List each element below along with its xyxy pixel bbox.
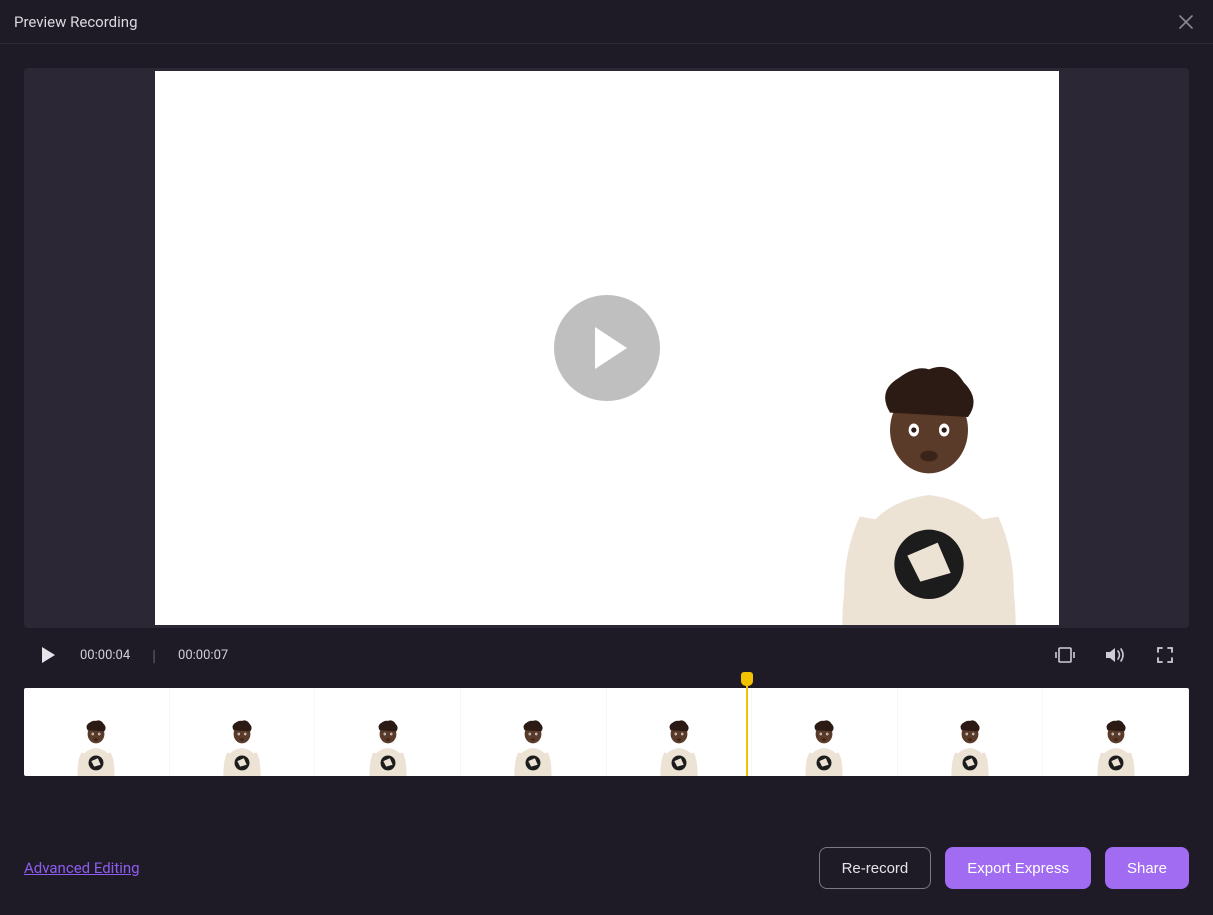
share-button[interactable]: Share bbox=[1105, 847, 1189, 889]
timeline-thumb[interactable] bbox=[170, 688, 316, 776]
timeline-thumb[interactable] bbox=[898, 688, 1044, 776]
timeline-thumb[interactable] bbox=[461, 688, 607, 776]
timeline-thumb[interactable] bbox=[24, 688, 170, 776]
close-icon bbox=[1179, 15, 1193, 29]
titlebar: Preview Recording bbox=[0, 0, 1213, 44]
play-overlay-button[interactable] bbox=[554, 295, 660, 401]
re-record-button[interactable]: Re-record bbox=[819, 847, 932, 889]
advanced-editing-link[interactable]: Advanced Editing bbox=[24, 859, 140, 877]
export-express-button[interactable]: Export Express bbox=[945, 847, 1091, 889]
crop-button[interactable] bbox=[1051, 641, 1079, 669]
playhead[interactable] bbox=[746, 674, 748, 776]
footer: Advanced Editing Re-record Export Expres… bbox=[0, 821, 1213, 915]
close-button[interactable] bbox=[1173, 9, 1199, 35]
timeline[interactable] bbox=[24, 688, 1189, 776]
fullscreen-icon bbox=[1156, 646, 1174, 664]
total-time: 00:00:07 bbox=[178, 648, 228, 663]
preview-area bbox=[24, 68, 1189, 628]
play-button[interactable] bbox=[34, 641, 62, 669]
fullscreen-button[interactable] bbox=[1151, 641, 1179, 669]
avatar-character bbox=[819, 365, 1039, 625]
current-time: 00:00:04 bbox=[80, 648, 130, 663]
crop-icon bbox=[1054, 646, 1076, 664]
video-canvas bbox=[153, 69, 1061, 627]
dialog-title: Preview Recording bbox=[14, 13, 138, 31]
play-icon bbox=[591, 325, 631, 371]
timeline-thumb[interactable] bbox=[315, 688, 461, 776]
play-icon bbox=[40, 646, 56, 664]
transport-bar: 00:00:04 | 00:00:07 bbox=[24, 628, 1189, 682]
volume-button[interactable] bbox=[1101, 641, 1129, 669]
timeline-thumb[interactable] bbox=[1043, 688, 1189, 776]
timeline-thumb[interactable] bbox=[752, 688, 898, 776]
time-separator: | bbox=[152, 646, 156, 665]
timeline-strip[interactable] bbox=[24, 688, 1189, 776]
volume-icon bbox=[1104, 645, 1126, 665]
timeline-thumb[interactable] bbox=[607, 688, 753, 776]
